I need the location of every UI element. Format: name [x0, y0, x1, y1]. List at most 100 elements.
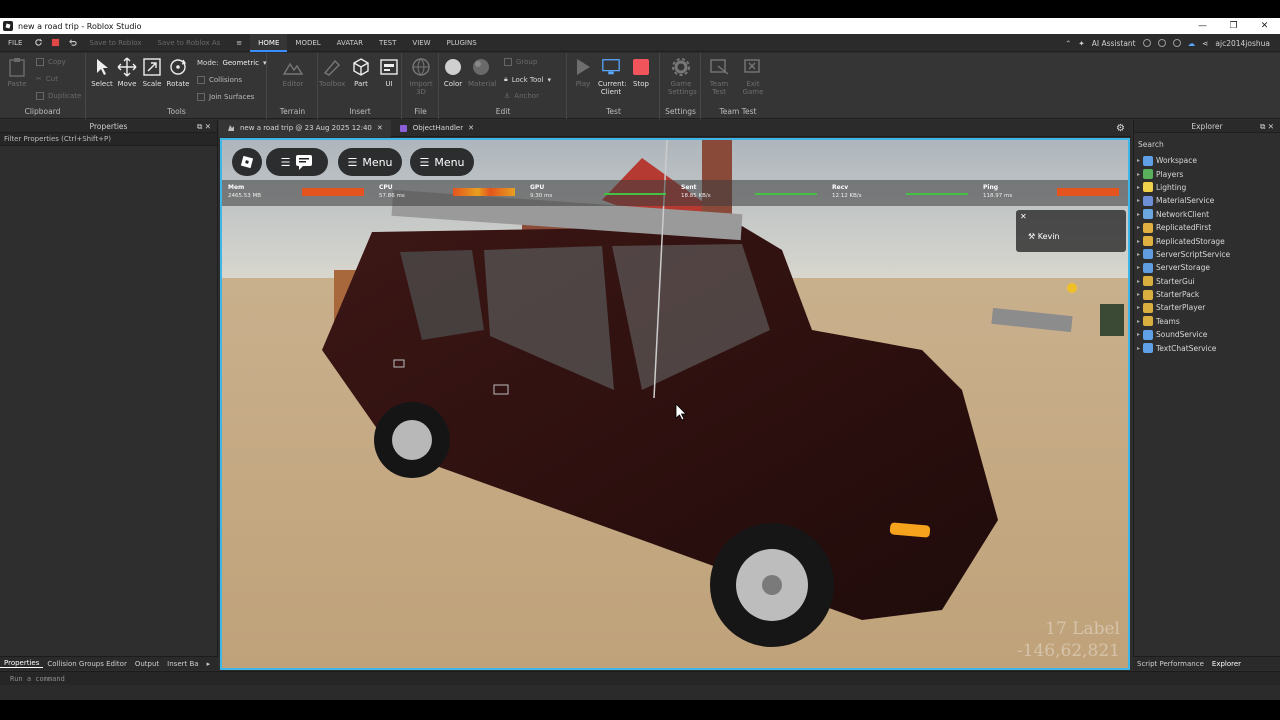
notifications-icon[interactable]: [1142, 39, 1151, 47]
rotate-tool-button[interactable]: Rotate: [165, 57, 191, 88]
expand-chevron-icon[interactable]: ▸: [1134, 224, 1143, 231]
minimize-button[interactable]: —: [1187, 18, 1218, 34]
mode-selector[interactable]: Mode: Geometric ▾: [197, 59, 267, 67]
stat-cpu[interactable]: CPU 57.86 ms: [373, 184, 521, 202]
viewport-settings-gear-icon[interactable]: ⚙: [1116, 123, 1125, 134]
cut-button[interactable]: ✂ Cut: [36, 75, 58, 83]
stop-record-icon[interactable]: [51, 38, 60, 47]
explorer-item[interactable]: ▸ NetworkClient: [1134, 208, 1280, 221]
explorer-item[interactable]: ▸ ReplicatedStorage: [1134, 234, 1280, 247]
tab-insert-base[interactable]: Insert Ba: [163, 660, 202, 668]
expand-chevron-icon[interactable]: ▸: [1134, 264, 1143, 271]
tab-plugins[interactable]: PLUGINS: [439, 34, 485, 52]
expand-chevron-icon[interactable]: ▸: [1134, 318, 1143, 325]
ai-assistant-button[interactable]: AI Assistant: [1092, 39, 1136, 48]
history-icon[interactable]: [1172, 39, 1181, 47]
doc-tab-place[interactable]: new a road trip @ 23 Aug 2025 12:40 ✕: [219, 119, 391, 137]
select-tool-button[interactable]: Select: [89, 57, 115, 88]
paste-button[interactable]: Paste: [4, 57, 30, 88]
refresh-icon[interactable]: [34, 38, 43, 47]
game-settings-button[interactable]: Game Settings: [668, 57, 697, 96]
collisions-checkbox[interactable]: [197, 76, 205, 84]
game-viewport[interactable]: ☰ ☰ Menu ☰ Menu Mem 2465.53 MB CPU 57.86 ms …: [220, 138, 1130, 670]
color-button[interactable]: Color: [440, 57, 466, 88]
explorer-item[interactable]: ▸ MaterialService: [1134, 194, 1280, 207]
properties-close-icon[interactable]: ⧉ ✕: [197, 120, 211, 133]
player-list-close-icon[interactable]: ✕: [1020, 212, 1027, 221]
explorer-item[interactable]: ▸ ServerStorage: [1134, 261, 1280, 274]
explorer-item[interactable]: ▸ Workspace: [1134, 154, 1280, 167]
tab-properties[interactable]: Properties: [0, 659, 44, 668]
play-button[interactable]: Play: [570, 57, 596, 88]
exit-game-button[interactable]: Exit Game: [740, 57, 766, 96]
command-bar-input[interactable]: Run a command: [0, 671, 1280, 685]
player-entry[interactable]: ⚒ Kevin: [1028, 232, 1060, 241]
tab-view[interactable]: VIEW: [404, 34, 438, 52]
toolbox-button[interactable]: Toolbox: [319, 57, 345, 88]
properties-filter-input[interactable]: Filter Properties (Ctrl+Shift+P): [0, 133, 217, 146]
tab-model[interactable]: MODEL: [287, 34, 328, 52]
tab-collision-groups-editor[interactable]: Collision Groups Editor: [43, 660, 130, 668]
stat-recv[interactable]: Recv 12.12 KB/s: [826, 184, 974, 202]
explorer-search-input[interactable]: Search: [1134, 137, 1280, 152]
explorer-item[interactable]: ▸ Lighting: [1134, 181, 1280, 194]
tab-home[interactable]: HOME: [250, 33, 288, 52]
quick-access-dropdown[interactable]: ≡: [228, 34, 250, 52]
anchor-button[interactable]: ⚓︎ Anchor: [504, 92, 539, 100]
close-button[interactable]: ✕: [1249, 18, 1280, 34]
explorer-item[interactable]: ▸ ReplicatedFirst: [1134, 221, 1280, 234]
stop-button[interactable]: Stop: [628, 57, 654, 88]
tab-output[interactable]: Output: [131, 660, 163, 668]
expand-chevron-icon[interactable]: ▸: [1134, 157, 1143, 164]
terrain-editor-button[interactable]: Editor: [280, 57, 306, 88]
share-icon[interactable]: ⋖: [1202, 39, 1208, 48]
custom-menu-button-1[interactable]: ☰ Menu: [338, 148, 402, 176]
team-test-button[interactable]: Team Test: [706, 57, 732, 96]
explorer-item[interactable]: ▸ StarterPlayer: [1134, 301, 1280, 314]
explorer-item[interactable]: ▸ StarterPack: [1134, 288, 1280, 301]
explorer-item[interactable]: ▸ ServerScriptService: [1134, 248, 1280, 261]
stat-sent[interactable]: Sent 18.85 KB/s: [675, 184, 823, 202]
tab-test[interactable]: TEST: [371, 34, 404, 52]
expand-chevron-icon[interactable]: ▸: [1134, 278, 1143, 285]
explorer-item[interactable]: ▸ Players: [1134, 167, 1280, 180]
tab-script-performance[interactable]: Script Performance: [1133, 660, 1208, 668]
custom-menu-button-2[interactable]: ☰ Menu: [410, 148, 474, 176]
tab-avatar[interactable]: AVATAR: [329, 34, 371, 52]
expand-chevron-icon[interactable]: ▸: [1134, 345, 1143, 352]
save-to-roblox[interactable]: Save to Roblox: [81, 34, 149, 52]
collisions-toggle[interactable]: Collisions: [197, 76, 242, 84]
explorer-item[interactable]: ▸ SoundService: [1134, 328, 1280, 341]
move-tool-button[interactable]: Move: [114, 57, 140, 88]
chat-icon[interactable]: [295, 154, 313, 170]
tabs-scroll-right-icon[interactable]: ▸: [203, 660, 215, 668]
help-icon[interactable]: [1157, 39, 1166, 47]
expand-chevron-icon[interactable]: ▸: [1134, 171, 1143, 178]
stat-gpu[interactable]: GPU 9.30 ms: [524, 184, 672, 202]
expand-chevron-icon[interactable]: ▸: [1134, 238, 1143, 245]
expand-chevron-icon[interactable]: ▸: [1134, 304, 1143, 311]
doc-tab-close-icon[interactable]: ✕: [468, 120, 474, 137]
expand-chevron-icon[interactable]: ▸: [1134, 184, 1143, 191]
file-menu[interactable]: FILE: [0, 34, 30, 52]
join-surfaces-checkbox[interactable]: [197, 93, 205, 101]
expand-chevron-icon[interactable]: ▸: [1134, 251, 1143, 258]
expand-chevron-icon[interactable]: ▸: [1134, 211, 1143, 218]
copy-button[interactable]: Copy: [36, 58, 66, 66]
expand-chevron-icon[interactable]: ▸: [1134, 331, 1143, 338]
explorer-close-icon[interactable]: ⧉ ✕: [1260, 120, 1274, 133]
material-button[interactable]: Material: [468, 57, 496, 88]
join-surfaces-toggle[interactable]: Join Surfaces: [197, 93, 254, 101]
doc-tab-objecthandler[interactable]: ObjectHandler ✕: [391, 120, 482, 137]
roblox-logo-button[interactable]: [232, 148, 262, 176]
import-3d-button[interactable]: Import 3D: [408, 57, 434, 96]
lock-tool-button[interactable]: 🔒︎ Lock Tool ▾: [504, 75, 551, 84]
explorer-item[interactable]: ▸ Teams: [1134, 315, 1280, 328]
explorer-item[interactable]: ▸ StarterGui: [1134, 275, 1280, 288]
part-button[interactable]: Part: [348, 57, 374, 88]
save-to-roblox-as[interactable]: Save to Roblox As: [150, 34, 229, 52]
expand-chevron-icon[interactable]: ▸: [1134, 197, 1143, 204]
cloud-icon[interactable]: ☁: [1188, 39, 1196, 48]
username[interactable]: ajc2014joshua: [1215, 39, 1270, 48]
stat-mem[interactable]: Mem 2465.53 MB: [222, 184, 370, 202]
